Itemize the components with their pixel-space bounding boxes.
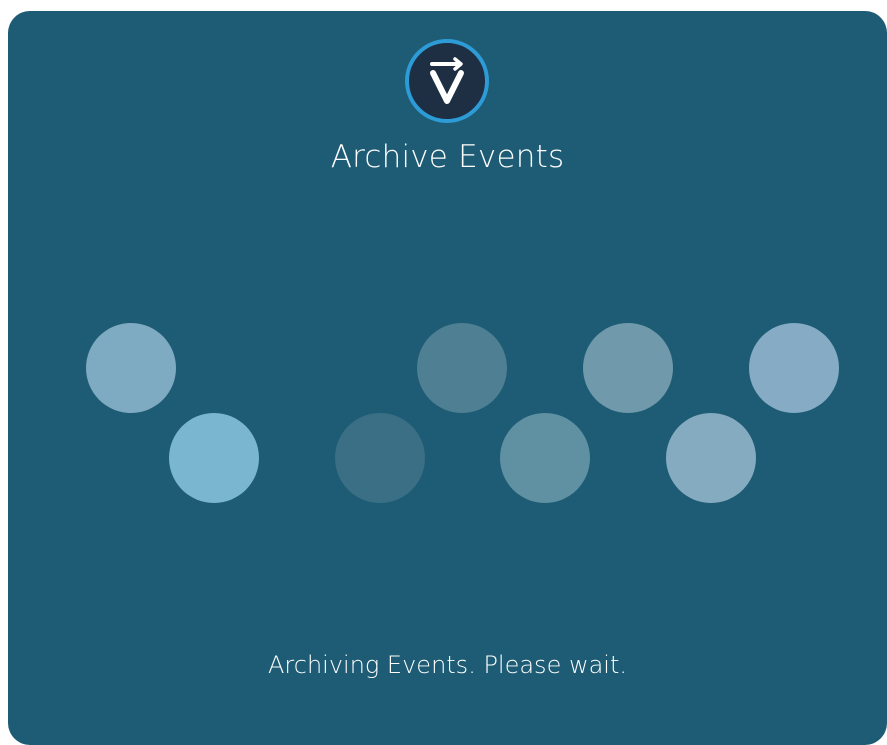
- loading-dot: [169, 413, 259, 503]
- loading-dot: [417, 323, 507, 413]
- loading-dot: [666, 413, 756, 503]
- loading-dot: [583, 323, 673, 413]
- loading-dot: [749, 323, 839, 413]
- loading-dot: [335, 413, 425, 503]
- status-message: Archiving Events. Please wait.: [267, 651, 627, 679]
- loading-dot: [86, 323, 176, 413]
- loading-dot: [500, 413, 590, 503]
- loading-indicator: [8, 11, 887, 745]
- archive-events-dialog: Archive Events Archiving Events. Please …: [8, 11, 887, 745]
